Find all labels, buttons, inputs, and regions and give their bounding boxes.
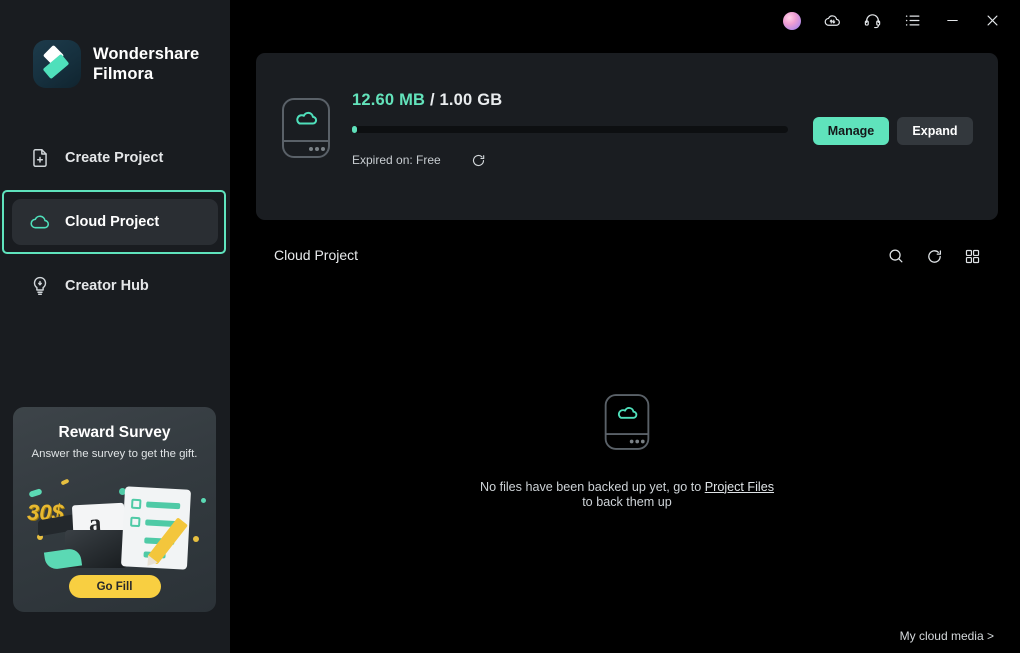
storage-progress-fill — [352, 126, 358, 133]
sidebar-nav: Create Project Cloud Project Creator Hub — [0, 126, 230, 318]
refresh-icon[interactable] — [920, 242, 948, 270]
promo-title: Reward Survey — [58, 424, 171, 441]
sidebar-row-create-project: Create Project — [0, 126, 230, 190]
storage-total-value: / 1.00 GB — [429, 91, 503, 109]
headset-support-icon[interactable] — [852, 0, 892, 41]
cloud-icon — [29, 211, 51, 233]
section-toolbar — [882, 242, 986, 270]
storage-usage-readout: 12.60 MB / 1.00 GB — [352, 91, 502, 110]
manage-button[interactable]: Manage — [813, 117, 889, 145]
sidebar-item-create-project[interactable]: Create Project — [12, 135, 218, 181]
storage-progress-bar — [352, 126, 788, 133]
title-bar — [230, 0, 1020, 41]
reward-survey-promo-card[interactable]: Reward Survey Answer the survey to get t… — [13, 407, 216, 612]
empty-state-line2: to back them up — [582, 494, 672, 509]
brand-name: Wondershare Filmora — [93, 45, 200, 83]
sidebar-item-creator-hub[interactable]: Creator Hub — [12, 263, 218, 309]
sidebar: Wondershare Filmora Create Project Cloud… — [0, 0, 230, 653]
empty-state: No files have been backed up yet, go to … — [256, 285, 998, 615]
cloud-sync-icon[interactable] — [812, 0, 852, 41]
cloud-drive-icon — [278, 95, 334, 166]
window-controls — [772, 0, 1012, 41]
section-header: Cloud Project — [256, 238, 998, 276]
cloud-storage-card: 12.60 MB / 1.00 GB Expired on: Free Mana… — [256, 53, 998, 220]
minimize-icon[interactable] — [932, 0, 972, 41]
empty-state-message: No files have been backed up yet, go to … — [480, 480, 774, 510]
brand: Wondershare Filmora — [33, 40, 199, 88]
storage-expiry-label: Expired on: Free — [352, 153, 441, 167]
sidebar-item-label: Cloud Project — [65, 214, 160, 230]
menu-list-icon[interactable] — [892, 0, 932, 41]
sidebar-item-cloud-project[interactable]: Cloud Project — [12, 199, 218, 245]
user-avatar[interactable] — [772, 0, 812, 41]
search-icon[interactable] — [882, 242, 910, 270]
promo-illustration: 30$ a — [13, 464, 216, 576]
empty-state-cloud-drive-icon — [601, 391, 653, 458]
expand-button[interactable]: Expand — [897, 117, 973, 145]
project-files-link[interactable]: Project Files — [705, 480, 774, 494]
promo-subtitle: Answer the survey to get the gift. — [31, 448, 198, 460]
my-cloud-media-link[interactable]: My cloud media > — [900, 629, 994, 643]
sidebar-item-label: Create Project — [65, 150, 164, 166]
close-icon[interactable] — [972, 0, 1012, 41]
file-plus-icon — [29, 147, 51, 169]
storage-used-value: 12.60 MB — [352, 91, 426, 109]
sidebar-row-cloud-project: Cloud Project — [0, 190, 230, 254]
grid-view-icon[interactable] — [958, 242, 986, 270]
go-fill-button[interactable]: Go Fill — [68, 575, 161, 598]
page-title: Cloud Project — [274, 247, 359, 263]
app-window: Wondershare Filmora Create Project Cloud… — [0, 0, 1020, 653]
lightbulb-icon — [29, 275, 51, 297]
sidebar-item-label: Creator Hub — [65, 278, 149, 294]
sidebar-row-creator-hub: Creator Hub — [0, 254, 230, 318]
filmora-logo-icon — [33, 40, 81, 88]
empty-state-line1: No files have been backed up yet, go to — [479, 479, 705, 494]
refresh-storage-icon[interactable] — [468, 150, 488, 170]
